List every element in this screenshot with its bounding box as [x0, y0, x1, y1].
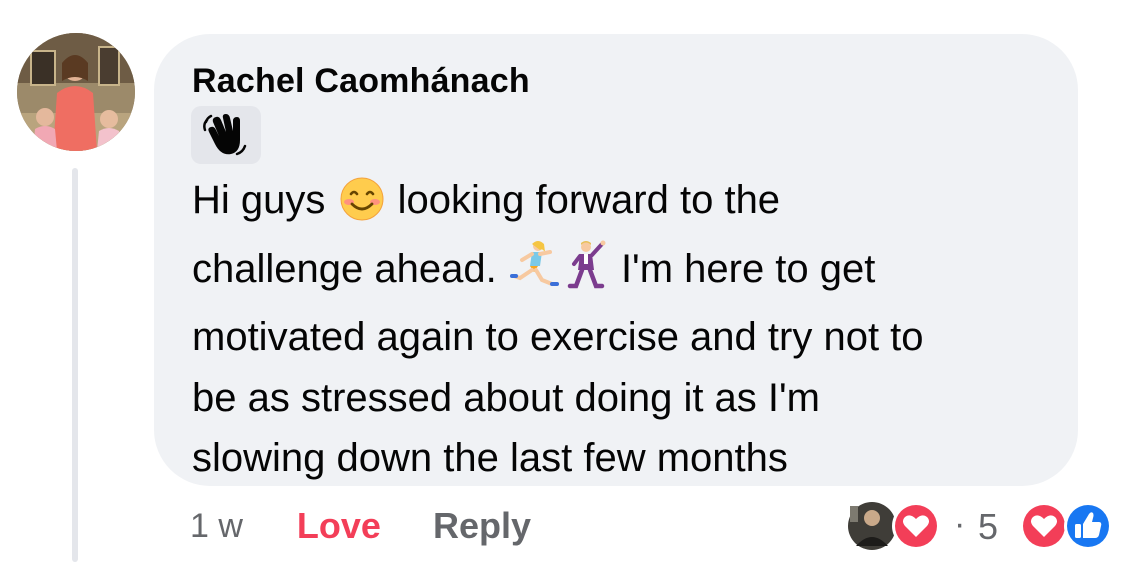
waving-hand-icon [191, 106, 261, 164]
comment-line: challenge ahead. I'm here to get [192, 239, 1072, 308]
avatar [848, 502, 896, 550]
reaction-count[interactable]: 5 [978, 506, 998, 548]
comment-reactions[interactable] [1016, 500, 1116, 552]
avatar[interactable] [17, 33, 135, 151]
thread-line [72, 168, 78, 562]
timestamp[interactable]: 1 w [190, 502, 243, 550]
comment-line: Hi guys looking forward to the [192, 170, 1072, 239]
love-reaction-icon [1020, 502, 1068, 550]
comment-line: motivated again to exercise and try not … [192, 315, 924, 359]
smiling-face-icon [337, 177, 387, 239]
love-button[interactable]: Love [297, 502, 381, 550]
comment-line: slowing down the last few months [192, 436, 788, 480]
reply-reactions[interactable] [846, 500, 946, 552]
comment-author[interactable]: Rachel Caomhánach [192, 62, 530, 101]
man-dancing-icon [564, 240, 610, 308]
comment-line: be as stressed about doing it as I'm [192, 375, 820, 420]
profile-photo [17, 33, 135, 151]
comment-text: Hi guys looking forward to the challenge… [192, 170, 1072, 489]
reaction-separator: · [954, 505, 966, 543]
like-reaction-icon [1064, 502, 1112, 550]
reply-button[interactable]: Reply [433, 502, 531, 550]
love-reaction-icon [892, 502, 940, 550]
woman-running-icon [508, 240, 564, 308]
comment-actions: 1 w Love Reply [190, 502, 531, 550]
